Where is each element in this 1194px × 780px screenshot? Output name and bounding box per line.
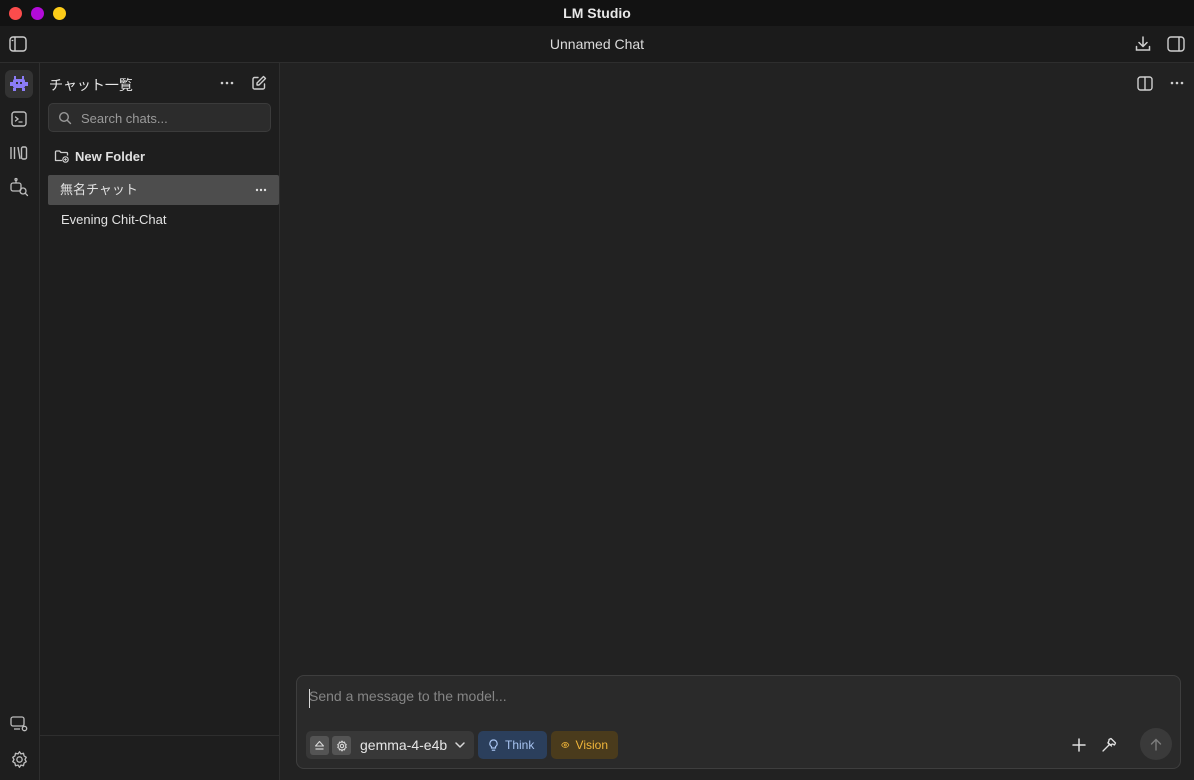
runtime-icon: [10, 716, 28, 732]
think-toggle[interactable]: Think: [478, 731, 547, 759]
search-icon: [58, 111, 72, 125]
download-button[interactable]: [1133, 34, 1153, 54]
gear-icon: [336, 740, 347, 751]
model-selector[interactable]: gemma-4-e4b: [306, 731, 474, 759]
chat-list-item[interactable]: 無名チャット: [48, 175, 279, 205]
new-folder-button[interactable]: New Folder: [54, 147, 145, 165]
split-view-icon: [1137, 75, 1153, 91]
title-bar: LM Studio: [0, 0, 1194, 26]
header-bar: Unnamed Chat: [0, 26, 1194, 63]
models-icon: [10, 146, 28, 160]
search-input[interactable]: [81, 108, 261, 128]
rail-settings-button[interactable]: [5, 745, 33, 773]
message-composer: gemma-4-e4b Think Vision: [296, 675, 1181, 769]
new-chat-button[interactable]: [250, 74, 268, 92]
app-title: LM Studio: [563, 5, 631, 21]
more-horizontal-icon: [255, 188, 267, 192]
sidebar-more-button[interactable]: [218, 74, 236, 92]
rail-runtime-button[interactable]: [5, 710, 33, 738]
plus-icon: [1072, 738, 1086, 752]
text-caret: [309, 689, 310, 708]
navigation-rail: [0, 63, 40, 780]
chevron-down-icon: [455, 742, 465, 748]
sidebar-title: チャット一覧: [49, 77, 133, 93]
split-view-button[interactable]: [1135, 73, 1155, 93]
chat-options-button[interactable]: [1167, 73, 1187, 93]
toggle-right-panel-button[interactable]: [1166, 34, 1186, 54]
chat-item-more-button[interactable]: [255, 175, 267, 205]
chat-title[interactable]: Unnamed Chat: [0, 36, 1194, 52]
send-button[interactable]: [1140, 728, 1172, 760]
chat-icon: [10, 76, 28, 91]
eject-icon: [314, 740, 325, 750]
model-name: gemma-4-e4b: [360, 737, 448, 753]
folder-plus-icon: [54, 150, 69, 163]
eye-icon: [561, 742, 570, 748]
vision-label: Vision: [575, 738, 608, 752]
sidebar-divider: [40, 735, 279, 736]
rail-developer-button[interactable]: [5, 105, 33, 133]
discover-icon: [10, 177, 29, 197]
right-panel-icon: [1167, 36, 1185, 52]
attach-button[interactable]: [1069, 735, 1089, 755]
eject-model-button[interactable]: [310, 736, 329, 755]
more-horizontal-icon: [220, 81, 234, 85]
edit-icon: [252, 75, 267, 90]
message-input[interactable]: [309, 688, 1149, 710]
lightbulb-icon: [489, 738, 498, 751]
model-settings-button[interactable]: [332, 736, 351, 755]
think-label: Think: [505, 738, 535, 752]
rail-discover-button[interactable]: [5, 173, 33, 201]
arrow-up-icon: [1150, 738, 1162, 751]
search-box: [48, 103, 271, 132]
new-folder-label: New Folder: [75, 148, 146, 164]
more-horizontal-icon: [1170, 81, 1184, 85]
terminal-icon: [11, 111, 27, 127]
rail-chat-button[interactable]: [5, 70, 33, 98]
rail-models-button[interactable]: [5, 139, 33, 167]
chat-main: gemma-4-e4b Think Vision: [280, 63, 1194, 780]
vision-toggle[interactable]: Vision: [551, 731, 618, 759]
chat-list-item[interactable]: Evening Chit-Chat: [48, 205, 279, 235]
hammer-icon: [1102, 737, 1117, 752]
chat-item-label: Evening Chit-Chat: [61, 212, 167, 227]
download-icon: [1135, 36, 1151, 51]
chat-item-label: 無名チャット: [60, 182, 138, 197]
settings-icon: [11, 750, 27, 768]
tools-button[interactable]: [1099, 735, 1119, 755]
chat-sidebar: チャット一覧 New Folder 無名チャット Evening Chit-Ch…: [40, 63, 280, 780]
